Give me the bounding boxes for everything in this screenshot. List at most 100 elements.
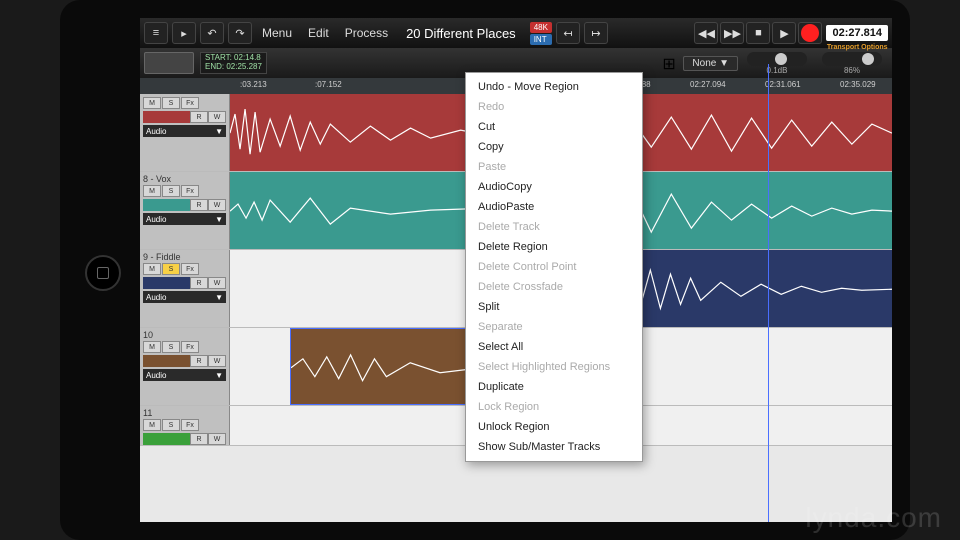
read-button[interactable]: R (190, 277, 208, 289)
app-screen: ≡ ▸ ↶ ↷ Menu Edit Process 20 Different P… (140, 18, 892, 522)
time-counter[interactable]: 02:27.814 Transport Options (826, 25, 888, 41)
menu-item[interactable]: Copy (466, 137, 642, 157)
project-title: 20 Different Places (398, 26, 524, 41)
solo-button[interactable]: S (162, 419, 180, 431)
menu-item[interactable]: Select All (466, 337, 642, 357)
write-button[interactable]: W (208, 433, 226, 445)
play-button[interactable]: ▶ (772, 22, 796, 44)
menu-item[interactable]: Undo - Move Region (466, 77, 642, 97)
home-button[interactable] (85, 255, 121, 291)
transport-controls: ◀◀ ▶▶ ■ ▶ (694, 22, 822, 44)
edit-context-menu: Undo - Move RegionRedoCutCopyPasteAudioC… (465, 72, 643, 462)
mute-button[interactable]: M (143, 185, 161, 197)
mixer-icon[interactable]: ≡ (144, 22, 168, 44)
solo-button[interactable]: S (162, 185, 180, 197)
menu-item[interactable]: Unlock Region (466, 417, 642, 437)
menu-item[interactable]: Show Sub/Master Tracks (466, 437, 642, 457)
nudge-right-icon[interactable]: ↦ (584, 22, 608, 44)
process-button[interactable]: Process (339, 26, 394, 40)
track-color[interactable] (143, 111, 190, 123)
menu-button[interactable]: Menu (256, 26, 298, 40)
menu-item: Delete Crossfade (466, 277, 642, 297)
track-header: 11 M S Fx R W (140, 406, 230, 445)
track-color[interactable] (143, 433, 190, 445)
samplerate-badge: 48K (530, 22, 552, 33)
read-button[interactable]: R (190, 433, 208, 445)
fx-button[interactable]: Fx (181, 185, 199, 197)
menu-item: Separate (466, 317, 642, 337)
menu-item: Lock Region (466, 397, 642, 417)
stop-button[interactable]: ■ (746, 22, 770, 44)
menu-item: Select Highlighted Regions (466, 357, 642, 377)
solo-button[interactable]: S (162, 263, 180, 275)
fx-button[interactable]: Fx (181, 341, 199, 353)
track-type-select[interactable]: Audio▼ (143, 125, 226, 137)
waveform-icon (600, 250, 892, 327)
menu-item: Redo (466, 97, 642, 117)
menu-item[interactable]: Duplicate (466, 377, 642, 397)
grid-icon[interactable]: ⊞ (662, 54, 680, 72)
fx-button[interactable]: Fx (181, 419, 199, 431)
ruler-tick: 02:27.094 (690, 80, 726, 89)
track-header: 10 M S Fx R W Audio▼ (140, 328, 230, 405)
mute-button[interactable]: M (143, 419, 161, 431)
mute-button[interactable]: M (143, 341, 161, 353)
write-button[interactable]: W (208, 111, 226, 123)
edit-button[interactable]: Edit (302, 26, 335, 40)
menu-item: Delete Control Point (466, 257, 642, 277)
track-color[interactable] (143, 199, 190, 211)
track-type-select[interactable]: Audio▼ (143, 369, 226, 381)
track-header: 8 - Vox M S Fx R W Audio▼ (140, 172, 230, 249)
menu-item[interactable]: Cut (466, 117, 642, 137)
time-counter-caption: Transport Options (826, 44, 888, 51)
ruler-tick: :07.152 (315, 80, 342, 89)
track-name: 10 (143, 330, 226, 340)
write-button[interactable]: W (208, 355, 226, 367)
track-name: 11 (143, 408, 226, 418)
tool-icon[interactable]: ▸ (172, 22, 196, 44)
int-badge: INT (530, 34, 552, 45)
redo-icon[interactable]: ↷ (228, 22, 252, 44)
undo-icon[interactable]: ↶ (200, 22, 224, 44)
record-button[interactable] (798, 22, 822, 44)
track-color[interactable] (143, 355, 190, 367)
audio-region[interactable] (600, 250, 892, 327)
nudge-left-icon[interactable]: ↤ (556, 22, 580, 44)
watermark: lynda.com (805, 502, 942, 534)
zoom-value: 86% (844, 66, 860, 75)
overview-thumb[interactable] (144, 52, 194, 74)
fx-button[interactable]: Fx (181, 97, 199, 109)
menu-item[interactable]: Split (466, 297, 642, 317)
read-button[interactable]: R (190, 355, 208, 367)
write-button[interactable]: W (208, 199, 226, 211)
menu-item[interactable]: Delete Region (466, 237, 642, 257)
solo-button[interactable]: S (162, 341, 180, 353)
track-type-select[interactable]: Audio▼ (143, 213, 226, 225)
track-header: 9 - Fiddle M S Fx R W Audio▼ (140, 250, 230, 327)
mute-button[interactable]: M (143, 97, 161, 109)
track-header: M S Fx R W Audio▼ (140, 94, 230, 171)
track-color[interactable] (143, 277, 190, 289)
track-name: 8 - Vox (143, 174, 226, 184)
rewind-button[interactable]: ◀◀ (694, 22, 718, 44)
track-type-select[interactable]: Audio▼ (143, 291, 226, 303)
mute-button[interactable]: M (143, 263, 161, 275)
fx-button[interactable]: Fx (181, 263, 199, 275)
playhead[interactable] (768, 64, 769, 522)
menu-item: Paste (466, 157, 642, 177)
snap-select[interactable]: None ▼ (683, 56, 738, 71)
selection-end: END: 02:25.287 (205, 63, 262, 72)
ruler-tick: 02:35.029 (840, 80, 876, 89)
gain-slider[interactable] (747, 52, 807, 66)
forward-button[interactable]: ▶▶ (720, 22, 744, 44)
read-button[interactable]: R (190, 111, 208, 123)
solo-button[interactable]: S (162, 97, 180, 109)
write-button[interactable]: W (208, 277, 226, 289)
zoom-slider[interactable] (822, 52, 882, 66)
menu-item[interactable]: AudioPaste (466, 197, 642, 217)
selection-box: START: 02:14.8 END: 02:25.287 (200, 52, 267, 74)
read-button[interactable]: R (190, 199, 208, 211)
time-counter-value: 02:27.814 (832, 27, 882, 39)
menu-item[interactable]: AudioCopy (466, 177, 642, 197)
ruler-tick: :03.213 (240, 80, 267, 89)
